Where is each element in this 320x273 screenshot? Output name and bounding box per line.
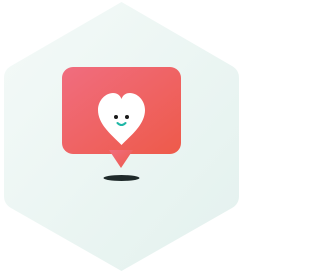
heart-chat-illustration [4,2,239,271]
canvas [0,0,243,273]
shadow [103,175,140,181]
right-eye [125,115,129,119]
left-eye [114,115,118,119]
